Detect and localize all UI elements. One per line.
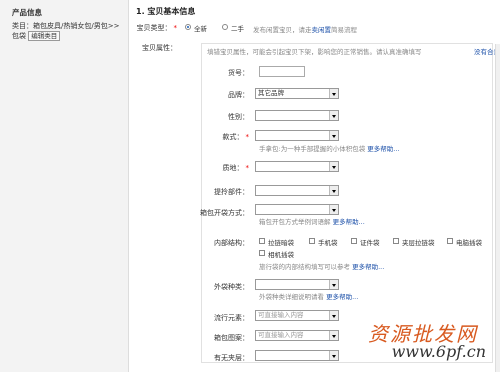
edit-category-button[interactable]: 编辑类目: [28, 31, 61, 41]
opening-help-link[interactable]: 更多帮助...: [333, 218, 365, 226]
chevron-down-icon: [329, 351, 338, 360]
main-content: 1. 宝贝基本信息 宝贝类型： * 全新 二手 发布闲置宝贝，请走卖闲置简易流程 …: [129, 0, 500, 372]
style-hint: 手拿包:为一种手部提握的小体积包袋 更多帮助...: [259, 143, 399, 153]
checkbox-zip-pocket-label: 拉链暗袋: [268, 239, 294, 247]
sell-used-link[interactable]: 卖闲置: [312, 26, 332, 34]
checkbox-zip-layer-label: 夹层拉链袋: [402, 239, 435, 247]
structure-label: 内部结构：: [214, 239, 249, 247]
gender-label: 性别：: [228, 113, 249, 121]
pattern-label: 箱包图案：: [214, 334, 249, 342]
trend-select[interactable]: 可直接输入内容: [255, 310, 339, 321]
pocket-hint: 外袋种类详细说明请看 更多帮助...: [259, 291, 358, 301]
chevron-down-icon: [329, 205, 338, 214]
checkbox-camera-pocket-label: 相机插袋: [268, 251, 294, 259]
handle-select[interactable]: [255, 185, 339, 196]
chevron-down-icon: [329, 89, 338, 98]
gender-select[interactable]: [255, 110, 339, 121]
section-title: 1. 宝贝基本信息: [136, 7, 196, 16]
opening-label: 箱包开袋方式：: [200, 209, 249, 217]
checkbox-phone-pocket[interactable]: [309, 238, 315, 244]
chevron-down-icon: [329, 331, 338, 340]
item-attr-label: 宝贝属性：: [142, 44, 177, 52]
chevron-down-icon: [329, 280, 338, 289]
pattern-select[interactable]: 可直接输入内容: [255, 330, 339, 341]
material-label: 质地： *: [209, 163, 250, 173]
required-marker: *: [245, 133, 250, 141]
layer-select[interactable]: [255, 350, 339, 361]
material-select[interactable]: [255, 161, 339, 172]
chevron-down-icon: [329, 111, 338, 120]
checkbox-laptop-pocket[interactable]: [447, 238, 453, 244]
structure-hint-text: 旅行袋的内部结构填写可以参考: [259, 263, 350, 271]
attr-notice: 填错宝贝属性，可能会引起宝贝下架，影响您的正常销售。请认真准确填写: [207, 48, 422, 56]
brand-label: 品牌：: [228, 91, 249, 99]
trend-placeholder: 可直接输入内容: [258, 311, 304, 319]
radio-new-label: 全新: [194, 25, 207, 33]
checkbox-laptop-pocket-label: 电脑插袋: [456, 239, 482, 247]
checkbox-zip-layer[interactable]: [393, 238, 399, 244]
checkbox-id-pocket[interactable]: [351, 238, 357, 244]
required-marker: *: [245, 164, 250, 172]
checkbox-camera-pocket[interactable]: [259, 250, 265, 256]
pocket-help-link[interactable]: 更多帮助...: [326, 293, 358, 301]
item-type-hint-prefix: 发布闲置宝贝，请走: [253, 26, 312, 34]
style-hint-text: 手拿包:为一种手部提握的小体积包袋: [259, 145, 366, 153]
item-type-hint-suffix: 简易流程: [331, 26, 357, 34]
sidebar: 产品信息 类目：箱包皮具/热销女包/男包>>包袋 编辑类目: [0, 0, 129, 372]
brand-select-value: 其它品牌: [258, 89, 284, 97]
radio-used[interactable]: [222, 24, 228, 30]
structure-hint: 旅行袋的内部结构填写可以参考 更多帮助...: [259, 261, 384, 271]
checkbox-phone-pocket-label: 手机袋: [318, 239, 338, 247]
style-label-text: 款式：: [222, 133, 244, 141]
model-label: 货号：: [228, 69, 249, 77]
radio-new[interactable]: [185, 24, 191, 30]
sidebar-title: 产品信息: [12, 8, 42, 17]
pattern-placeholder: 可直接输入内容: [258, 331, 304, 339]
brand-select[interactable]: 其它品牌: [255, 88, 339, 99]
handle-label: 提拎部件：: [214, 188, 249, 196]
material-label-text: 质地：: [222, 164, 244, 172]
pocket-select[interactable]: [255, 279, 339, 290]
required-marker: *: [173, 24, 178, 32]
item-type-hint: 发布闲置宝贝，请走卖闲置简易流程: [253, 24, 357, 34]
style-label: 款式： *: [209, 132, 250, 142]
model-input[interactable]: [259, 66, 305, 77]
checkbox-id-pocket-label: 证件袋: [360, 239, 380, 247]
trend-label: 流行元素：: [214, 314, 249, 322]
style-help-link[interactable]: 更多帮助...: [367, 145, 399, 153]
opening-hint-text: 箱包开包方式举例词语解: [259, 218, 331, 226]
vertical-scrollbar[interactable]: [495, 44, 500, 372]
watermark-url: www.6pf.cn: [391, 342, 486, 361]
chevron-down-icon: [329, 311, 338, 320]
checkbox-zip-pocket[interactable]: [259, 238, 265, 244]
chevron-down-icon: [329, 162, 338, 171]
chevron-down-icon: [329, 131, 338, 140]
pocket-label: 外袋种类：: [214, 283, 249, 291]
structure-help-link[interactable]: 更多帮助...: [352, 263, 384, 271]
pocket-hint-text: 外袋种类详细说明请看: [259, 293, 324, 301]
style-select[interactable]: [255, 130, 339, 141]
item-type-label: 宝贝类型： *: [133, 23, 178, 33]
opening-select[interactable]: [255, 204, 339, 215]
layer-label: 有无夹层：: [214, 354, 249, 362]
item-type-label-text: 宝贝类型：: [136, 24, 172, 32]
chevron-down-icon: [329, 186, 338, 195]
opening-hint: 箱包开包方式举例词语解 更多帮助...: [259, 216, 365, 226]
radio-used-label: 二手: [231, 25, 244, 33]
category-path: 类目：箱包皮具/热销女包/男包>>包袋 编辑类目: [12, 21, 124, 41]
